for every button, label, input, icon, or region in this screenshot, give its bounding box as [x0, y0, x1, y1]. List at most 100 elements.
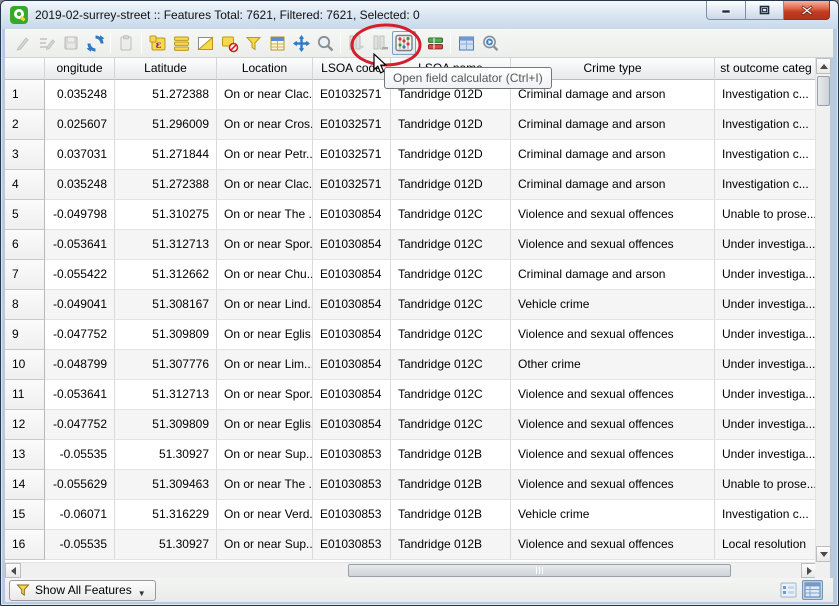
cell-lsoa-code[interactable]: E01032571 [313, 80, 391, 110]
cell-last-outcome[interactable]: Investigation c... [715, 80, 817, 110]
cell-crime-type[interactable]: Violence and sexual offences [511, 380, 715, 410]
cell-latitude[interactable]: 51.30927 [115, 440, 217, 470]
cell-longitude[interactable]: -0.05535 [45, 440, 115, 470]
column-header-longitude[interactable]: ongitude [45, 58, 115, 80]
close-button[interactable] [784, 1, 830, 20]
cell-lsoa-name[interactable]: Tandridge 012D [391, 110, 511, 140]
row-number-button[interactable]: 7 [5, 260, 45, 290]
cell-last-outcome[interactable]: Under investiga... [715, 260, 817, 290]
scroll-up-button[interactable] [816, 58, 831, 74]
cell-latitude[interactable]: 51.296009 [115, 110, 217, 140]
column-header-lsoa-code[interactable]: LSOA code [313, 58, 391, 80]
invert-selection-button[interactable] [193, 31, 217, 55]
horizontal-scrollbar[interactable] [5, 562, 817, 578]
cell-last-outcome[interactable]: Unable to prose... [715, 200, 817, 230]
cell-last-outcome[interactable]: Unable to prose... [715, 470, 817, 500]
reload-table-button[interactable] [83, 31, 107, 55]
row-number-button[interactable]: 6 [5, 230, 45, 260]
title-bar[interactable]: 2019-02-surrey-street :: Features Total:… [1, 1, 838, 29]
cell-location[interactable]: On or near Cros... [217, 110, 313, 140]
dock-attribute-table-button[interactable] [454, 31, 478, 55]
conditional-formatting-button[interactable] [423, 31, 447, 55]
cell-latitude[interactable]: 51.309809 [115, 410, 217, 440]
row-number-button[interactable]: 9 [5, 320, 45, 350]
cell-latitude[interactable]: 51.312662 [115, 260, 217, 290]
column-header-latitude[interactable]: Latitude [115, 58, 217, 80]
cell-longitude[interactable]: -0.047752 [45, 320, 115, 350]
cell-lsoa-code[interactable]: E01030853 [313, 470, 391, 500]
cell-lsoa-code[interactable]: E01030854 [313, 260, 391, 290]
cell-lsoa-name[interactable]: Tandridge 012C [391, 200, 511, 230]
cell-longitude[interactable]: -0.048799 [45, 350, 115, 380]
cell-longitude[interactable]: -0.055629 [45, 470, 115, 500]
cell-lsoa-name[interactable]: Tandridge 012C [391, 320, 511, 350]
cell-crime-type[interactable]: Violence and sexual offences [511, 530, 715, 560]
row-number-button[interactable]: 10 [5, 350, 45, 380]
cell-latitude[interactable]: 51.309809 [115, 320, 217, 350]
cell-crime-type[interactable]: Criminal damage and arson [511, 110, 715, 140]
cell-longitude[interactable]: -0.05535 [45, 530, 115, 560]
cell-latitude[interactable]: 51.308167 [115, 290, 217, 320]
cell-location[interactable]: On or near Clac... [217, 170, 313, 200]
cell-last-outcome[interactable]: Under investiga... [715, 290, 817, 320]
horizontal-scrollbar-thumb[interactable] [348, 564, 731, 577]
cell-location[interactable]: On or near Spor... [217, 230, 313, 260]
cell-lsoa-name[interactable]: Tandridge 012C [391, 290, 511, 320]
cell-crime-type[interactable]: Criminal damage and arson [511, 260, 715, 290]
cell-location[interactable]: On or near Eglis... [217, 320, 313, 350]
zoom-to-selection-button[interactable] [313, 31, 337, 55]
cell-last-outcome[interactable]: Local resolution [715, 530, 817, 560]
cell-location[interactable]: On or near Sup... [217, 440, 313, 470]
cell-location[interactable]: On or near Petr... [217, 140, 313, 170]
cell-last-outcome[interactable]: Under investiga... [715, 350, 817, 380]
row-number-button[interactable]: 2 [5, 110, 45, 140]
minimize-button[interactable] [706, 1, 746, 20]
cell-crime-type[interactable]: Criminal damage and arson [511, 170, 715, 200]
cell-location[interactable]: On or near Chu... [217, 260, 313, 290]
cell-lsoa-code[interactable]: E01030853 [313, 500, 391, 530]
row-number-button[interactable]: 13 [5, 440, 45, 470]
cell-longitude[interactable]: 0.037031 [45, 140, 115, 170]
row-number-button[interactable]: 4 [5, 170, 45, 200]
toggle-editing-button[interactable] [11, 31, 35, 55]
cell-lsoa-code[interactable]: E01032571 [313, 140, 391, 170]
scroll-down-button[interactable] [816, 546, 831, 562]
cell-location[interactable]: On or near The ... [217, 200, 313, 230]
row-number-button[interactable]: 8 [5, 290, 45, 320]
cell-last-outcome[interactable]: Under investiga... [715, 320, 817, 350]
cell-latitude[interactable]: 51.312713 [115, 230, 217, 260]
row-number-button[interactable]: 5 [5, 200, 45, 230]
row-number-button[interactable]: 1 [5, 80, 45, 110]
cell-crime-type[interactable]: Violence and sexual offences [511, 320, 715, 350]
table-view-toggle[interactable] [802, 580, 823, 600]
cell-lsoa-name[interactable]: Tandridge 012C [391, 260, 511, 290]
cell-longitude[interactable]: -0.053641 [45, 380, 115, 410]
cell-lsoa-name[interactable]: Tandridge 012C [391, 380, 511, 410]
cell-latitude[interactable]: 51.312713 [115, 380, 217, 410]
cell-crime-type[interactable]: Violence and sexual offences [511, 230, 715, 260]
vertical-scrollbar-thumb[interactable] [817, 76, 830, 106]
row-number-button[interactable]: 14 [5, 470, 45, 500]
cell-location[interactable]: On or near Sup... [217, 530, 313, 560]
cell-lsoa-name[interactable]: Tandridge 012D [391, 170, 511, 200]
maximize-button[interactable] [746, 1, 784, 20]
open-field-calculator-button[interactable] [392, 31, 416, 55]
cell-longitude[interactable]: 0.035248 [45, 170, 115, 200]
cell-lsoa-code[interactable]: E01030854 [313, 410, 391, 440]
paste-features-button[interactable] [114, 31, 138, 55]
move-selection-to-top-button[interactable] [265, 31, 289, 55]
cell-lsoa-code[interactable]: E01030854 [313, 230, 391, 260]
save-edits-button[interactable] [59, 31, 83, 55]
corner-header[interactable] [5, 58, 45, 80]
cell-crime-type[interactable]: Vehicle crime [511, 290, 715, 320]
cell-last-outcome[interactable]: Investigation c... [715, 170, 817, 200]
cell-lsoa-name[interactable]: Tandridge 012D [391, 140, 511, 170]
cell-location[interactable]: On or near Verd... [217, 500, 313, 530]
delete-field-button[interactable] [368, 31, 392, 55]
cell-crime-type[interactable]: Violence and sexual offences [511, 410, 715, 440]
cell-location[interactable]: On or near Eglis... [217, 410, 313, 440]
cell-longitude[interactable]: -0.053641 [45, 230, 115, 260]
show-all-features-button[interactable]: Show All Features ▼ [9, 580, 156, 601]
cell-lsoa-name[interactable]: Tandridge 012B [391, 530, 511, 560]
cell-lsoa-name[interactable]: Tandridge 012C [391, 350, 511, 380]
